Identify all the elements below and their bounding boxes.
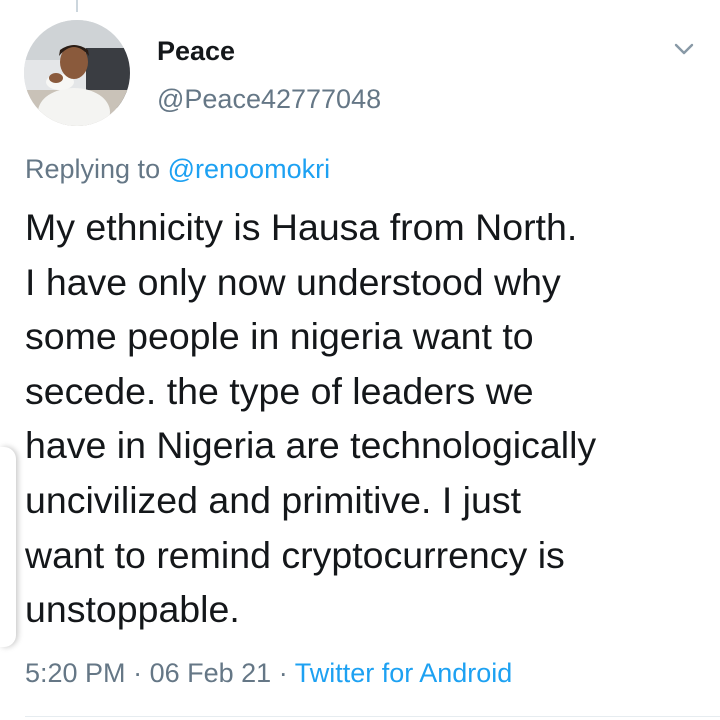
display-name[interactable]: Peace — [157, 36, 235, 67]
meta-separator: · — [133, 658, 143, 688]
edge-panel-handle[interactable] — [0, 447, 16, 647]
tweet-metadata: 5:20 PM · 06 Feb 21 · Twitter for Androi… — [25, 658, 512, 689]
profile-photo-icon — [24, 20, 130, 126]
tweet[interactable]: Peace @Peace42777048 Replying to @renoom… — [0, 0, 720, 720]
replying-to-handle-link[interactable]: @renoomokri — [168, 154, 330, 184]
tweet-time[interactable]: 5:20 PM — [25, 658, 126, 688]
replying-to: Replying to @renoomokri — [25, 154, 330, 185]
meta-separator: · — [278, 658, 288, 688]
replying-to-label: Replying to — [25, 154, 161, 184]
divider — [25, 716, 720, 717]
tweet-date[interactable]: 06 Feb 21 — [150, 658, 272, 688]
chevron-down-icon[interactable] — [668, 36, 700, 62]
avatar[interactable] — [24, 20, 130, 126]
tweet-source-link[interactable]: Twitter for Android — [295, 658, 513, 688]
user-handle[interactable]: @Peace42777048 — [157, 84, 381, 115]
tweet-text: My ethnicity is Hausa from North. I have… — [25, 206, 597, 631]
thread-connector-line — [76, 0, 78, 12]
